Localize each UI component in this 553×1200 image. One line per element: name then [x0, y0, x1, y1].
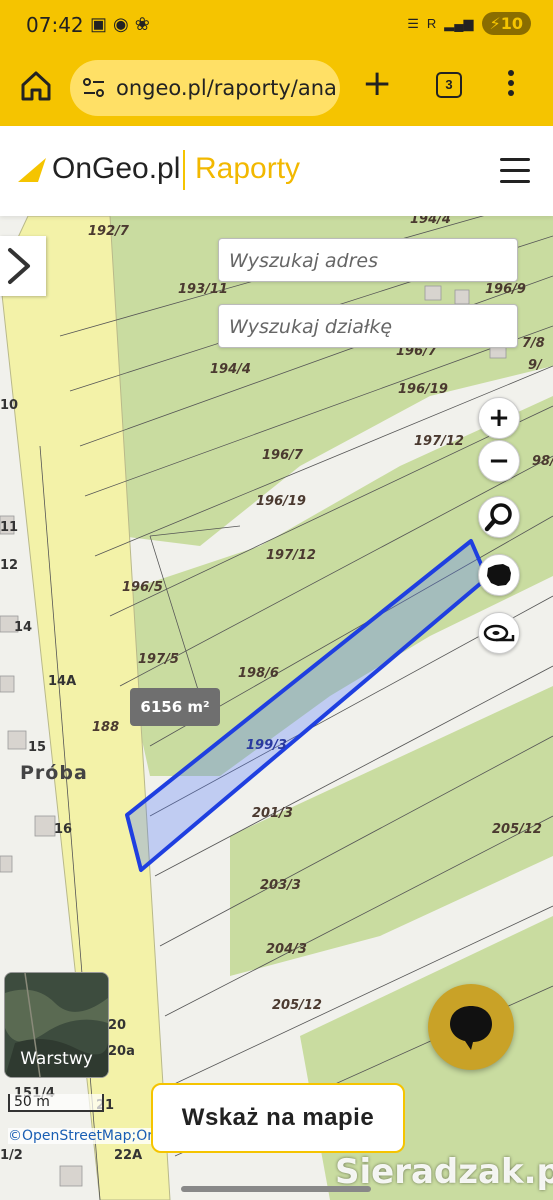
- parcel-label: 194/4: [410, 216, 451, 227]
- parcel-search-input[interactable]: Wyszukaj działkę: [218, 304, 518, 348]
- battery-indicator: ⚡10: [481, 12, 531, 35]
- parcel-label: 197/12: [414, 434, 464, 449]
- brand-name[interactable]: OnGeo.pl: [52, 152, 180, 186]
- network-type: R: [426, 16, 437, 31]
- house-number: 22A: [114, 1148, 143, 1163]
- site-header: OnGeo.pl Raporty: [0, 126, 553, 216]
- house-number: 11: [0, 520, 19, 535]
- parcel-label: 196/19: [398, 382, 448, 397]
- house-number: 12: [0, 558, 19, 573]
- parcel-label: 98/: [532, 454, 553, 469]
- parcel-label: 194/4: [210, 362, 251, 377]
- fan-icon: ❀: [134, 14, 150, 34]
- parcel-label: 203/3: [260, 878, 301, 893]
- tab-switcher-button[interactable]: 3: [436, 72, 462, 98]
- hamburger-menu-button[interactable]: [500, 158, 530, 191]
- home-icon: [21, 71, 51, 101]
- chat-bubble-icon: [450, 1006, 492, 1050]
- browser-menu-button[interactable]: [506, 70, 516, 100]
- browser-toolbar: ongeo.pl/raporty/ana + 3: [0, 52, 553, 126]
- measure-button[interactable]: [478, 612, 520, 654]
- zoom-in-button[interactable]: +: [478, 397, 520, 439]
- url-text: ongeo.pl/raporty/ana: [116, 76, 337, 100]
- status-bar: 07:42 ▣ ◉ ❀ ☰ R ▂▄▆ ⚡10: [0, 0, 553, 52]
- parcel-label: 9/: [528, 358, 542, 373]
- parcel-label: 205/12: [272, 998, 322, 1013]
- parcel-label: 199/3: [246, 738, 287, 753]
- ongeo-logo-icon: [18, 158, 46, 182]
- map-attribution[interactable]: ©OpenStreetMap;Or: [8, 1128, 153, 1144]
- parcel-label: 196/7: [262, 448, 303, 463]
- screenshot-icon: ▣: [90, 14, 108, 34]
- brand-divider: [183, 150, 185, 190]
- status-time: 07:42: [26, 13, 84, 37]
- parcel-label: 201/3: [252, 806, 293, 821]
- parcel-label: 204/3: [266, 942, 307, 957]
- house-number: 15: [28, 740, 47, 755]
- house-number: 20a: [108, 1044, 135, 1059]
- chat-button[interactable]: [428, 984, 514, 1070]
- status-right: ☰ R ▂▄▆ ⚡10: [407, 12, 531, 35]
- parcel-label: 7/8: [522, 336, 545, 351]
- parcel-label: 196/9: [485, 282, 526, 297]
- house-number: 14A: [48, 674, 77, 689]
- new-tab-button[interactable]: +: [362, 66, 392, 102]
- camera-icon: ◉: [113, 14, 129, 34]
- url-bar[interactable]: ongeo.pl/raporty/ana: [70, 60, 340, 116]
- point-on-map-button[interactable]: Wskaż na mapie: [151, 1083, 405, 1153]
- layers-label: Warstwy: [20, 1049, 93, 1069]
- gesture-bar[interactable]: [181, 1186, 371, 1192]
- home-button[interactable]: [18, 68, 54, 104]
- tape-measure-icon: [483, 624, 515, 642]
- side-panel-toggle[interactable]: [0, 236, 46, 296]
- area-measurement-badge: 6156 m²: [130, 688, 220, 726]
- battery-level: 10: [500, 14, 523, 33]
- layers-button[interactable]: Warstwy: [4, 972, 109, 1078]
- magnifier-icon: [484, 503, 512, 532]
- house-number: 14: [14, 620, 33, 635]
- house-number: 16: [54, 822, 73, 837]
- site-settings-icon: [83, 78, 104, 97]
- house-number: 1/2: [0, 1148, 23, 1163]
- parcel-label: 196/19: [256, 494, 306, 509]
- parcel-label: 196/5: [122, 580, 163, 595]
- signal-icon: ▂▄▆: [444, 15, 474, 31]
- chevron-right-icon: [8, 248, 30, 284]
- house-number: 20: [108, 1018, 127, 1033]
- map-view[interactable]: 192/7 193/11 194/4 194/4 196/9 196/7 196…: [0, 216, 553, 1200]
- wifi-icon: ☰: [407, 15, 419, 31]
- parcel-label: 192/7: [88, 224, 129, 239]
- section-name: Raporty: [195, 152, 301, 185]
- parcel-label: 198/6: [238, 666, 279, 681]
- parcel-label: 188: [92, 720, 120, 735]
- poland-map-icon: [487, 564, 511, 586]
- zoom-out-button[interactable]: −: [478, 440, 520, 482]
- parcel-label: 205/12: [492, 822, 542, 837]
- house-number: 10: [0, 398, 19, 413]
- search-map-button[interactable]: [478, 496, 520, 538]
- poland-view-button[interactable]: [478, 554, 520, 596]
- status-notification-icons: ▣ ◉ ❀: [90, 14, 150, 35]
- parcel-label: 197/5: [138, 652, 179, 667]
- address-search-input[interactable]: Wyszukaj adres: [218, 238, 518, 282]
- place-name: Próba: [20, 762, 88, 784]
- map-scale: 50 m: [8, 1094, 104, 1112]
- parcel-label: 197/12: [266, 548, 316, 563]
- parcel-label: 193/11: [178, 282, 228, 297]
